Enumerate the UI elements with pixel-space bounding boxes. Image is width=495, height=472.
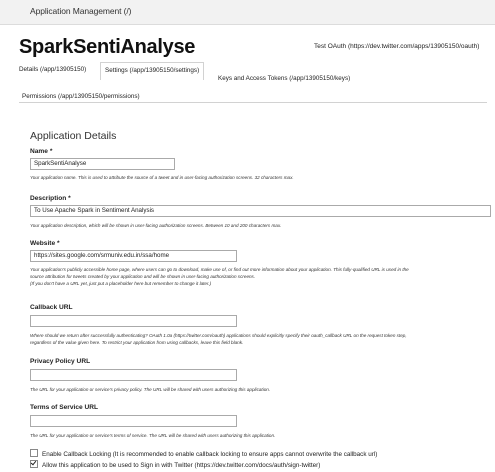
privacy-policy-help: The URL for your application or service'…: [30, 387, 271, 392]
callback-help-line-1: Where should we return after successfull…: [30, 333, 407, 338]
callback-help-line-2: regardless of the value given here. To r…: [30, 340, 244, 346]
name-help: Your application name. This is used to a…: [30, 175, 294, 180]
callback-url-label: Callback URL: [30, 304, 73, 311]
terms-of-service-input[interactable]: [30, 415, 237, 427]
tab-permissions[interactable]: Permissions (/app/13905150/permissions): [22, 93, 140, 100]
terms-of-service-label: Terms of Service URL: [30, 404, 99, 411]
tab-keys[interactable]: Keys and Access Tokens (/app/13905150/ke…: [218, 75, 350, 82]
name-input[interactable]: SparkSentiAnalyse: [30, 158, 175, 170]
privacy-policy-label: Privacy Policy URL: [30, 358, 91, 365]
website-help-line-2: source attribution for tweets created by…: [30, 274, 256, 280]
privacy-policy-input[interactable]: [30, 369, 237, 381]
callback-url-help: Where should we return after successfull…: [30, 332, 490, 346]
sign-in-row: Allow this application to be used to Sig…: [30, 460, 320, 469]
description-input[interactable]: To Use Apache Spark in Sentiment Analysi…: [30, 205, 491, 217]
description-label: Description *: [30, 195, 71, 202]
sign-in-checkbox[interactable]: [30, 460, 38, 468]
sign-in-label[interactable]: Allow this application to be used to Sig…: [42, 462, 320, 469]
callback-locking-checkbox[interactable]: [30, 449, 38, 457]
tab-details[interactable]: Details (/app/13905150): [19, 66, 86, 73]
top-bar: Application Management (/): [0, 0, 495, 25]
description-label-text: Description: [30, 195, 67, 202]
description-required-mark: *: [68, 195, 71, 202]
website-help: Your application's publicly accessible h…: [30, 266, 490, 288]
test-oauth-link[interactable]: Test OAuth (https://dev.twitter.com/apps…: [314, 43, 479, 50]
name-required-mark: *: [49, 148, 53, 155]
section-title: Application Details: [30, 130, 117, 142]
name-label: Name *: [30, 148, 52, 155]
terms-of-service-help: The URL for your application or service'…: [30, 433, 276, 438]
callback-locking-label[interactable]: Enable Callback Locking (It is recommend…: [42, 451, 377, 458]
website-help-line-1: Your application's publicly accessible h…: [30, 267, 409, 272]
website-label-text: Website: [30, 240, 56, 247]
tab-divider: [19, 102, 487, 103]
website-input[interactable]: https://sites.google.com/srmuniv.edu.in/…: [30, 250, 237, 262]
description-help: Your application description, which will…: [30, 223, 282, 228]
website-required-mark: *: [57, 240, 60, 247]
website-label: Website *: [30, 240, 60, 247]
top-bar-title[interactable]: Application Management (/): [30, 6, 131, 16]
callback-locking-row: Enable Callback Locking (It is recommend…: [30, 449, 377, 458]
website-help-line-3: (If you don't have a URL yet, just put a…: [30, 281, 212, 287]
name-label-text: Name: [30, 148, 48, 155]
callback-url-input[interactable]: [30, 315, 237, 327]
app-title: SparkSentiAnalyse: [19, 36, 196, 58]
tab-settings[interactable]: Settings (/app/13905150/settings): [100, 62, 205, 80]
